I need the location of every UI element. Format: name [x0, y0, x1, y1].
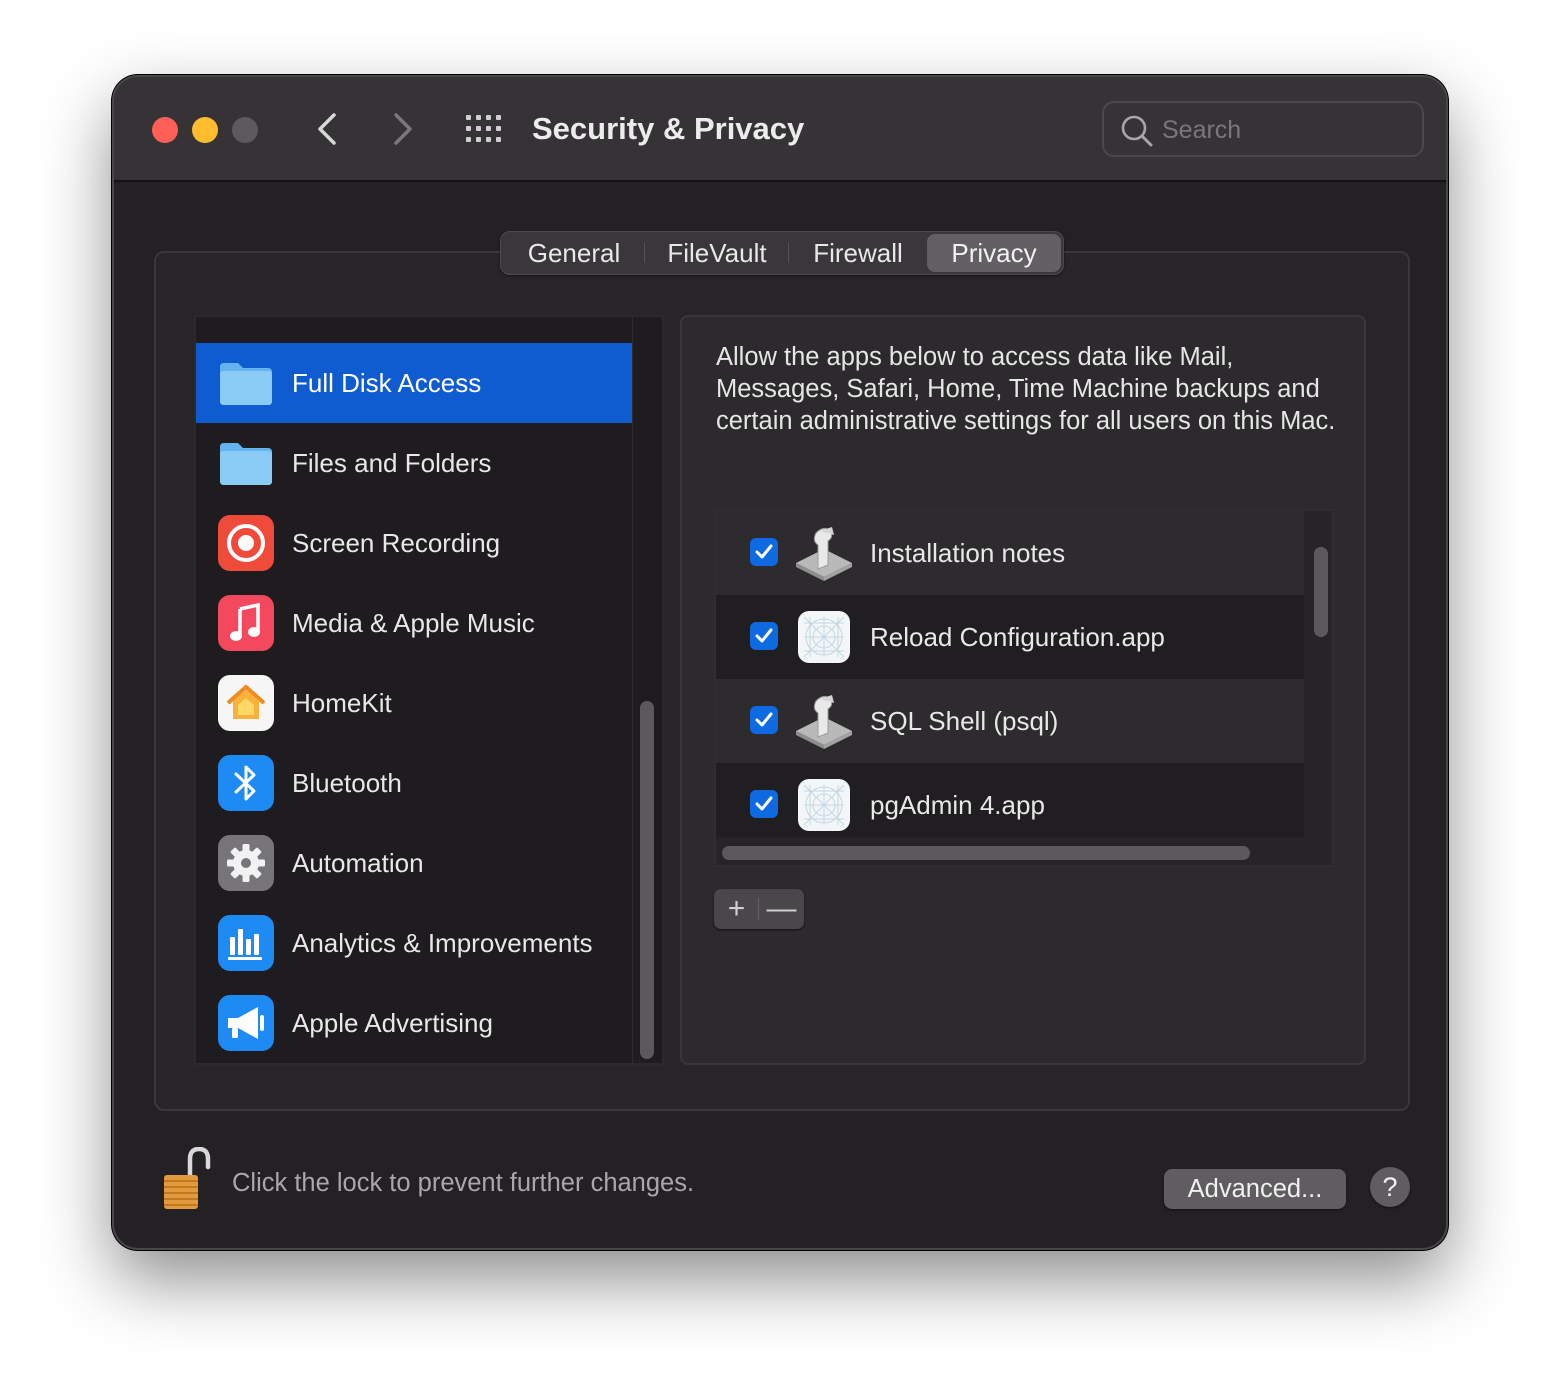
sidebar-item-label: Files and Folders	[292, 448, 492, 478]
app-name: pgAdmin 4.app	[870, 790, 1045, 820]
checkmark-icon	[755, 544, 773, 559]
sidebar-item-label: Bluetooth	[292, 768, 402, 798]
privacy-category-list[interactable]: Full Disk Access Files and Folders Scree…	[194, 315, 664, 1065]
tab-bar: General FileVault Firewall Privacy	[500, 231, 1064, 275]
show-all-grid-button[interactable]	[464, 113, 504, 145]
app-name: Installation notes	[870, 538, 1066, 568]
sidebar-item-bluetooth[interactable]: Bluetooth	[196, 743, 632, 823]
app-row-sql-shell[interactable]: SQL Shell (psql)	[716, 679, 1304, 763]
sidebar-item-analytics[interactable]: Analytics & Improvements	[196, 903, 632, 983]
forward-button[interactable]	[382, 107, 422, 151]
app-checkbox[interactable]	[750, 538, 778, 566]
checkmark-icon	[755, 712, 773, 727]
lock-button[interactable]	[162, 1146, 214, 1211]
megaphone-icon	[218, 995, 274, 1051]
tab-general[interactable]: General	[503, 234, 645, 272]
close-window-button[interactable]	[152, 117, 178, 143]
app-name: SQL Shell (psql)	[870, 706, 1059, 736]
screen-recording-icon	[218, 515, 274, 571]
advanced-button[interactable]: Advanced...	[1164, 1169, 1346, 1209]
sidebar-scrollbar-thumb[interactable]	[640, 701, 654, 1059]
privacy-detail-panel: Allow the apps below to access data like…	[680, 315, 1366, 1065]
app-list[interactable]: Installation notes Reload Configuration.…	[714, 509, 1334, 867]
remove-app-button[interactable]: —	[759, 889, 804, 929]
sidebar-item-apple-advertising[interactable]: Apple Advertising	[196, 983, 632, 1063]
app-checkbox[interactable]	[750, 706, 778, 734]
window-title: Security & Privacy	[532, 111, 805, 146]
app-checkbox[interactable]	[750, 790, 778, 818]
sidebar-item-label: HomeKit	[292, 688, 392, 718]
script-icon	[796, 695, 852, 749]
tab-filevault[interactable]: FileVault	[645, 234, 789, 272]
sidebar-item-media-apple-music[interactable]: Media & Apple Music	[196, 583, 632, 663]
minimize-window-button[interactable]	[192, 117, 218, 143]
app-checkbox[interactable]	[750, 622, 778, 650]
app-row-installation-notes[interactable]: Installation notes	[716, 511, 1304, 595]
help-button[interactable]: ?	[1370, 1167, 1410, 1207]
sidebar-item-automation[interactable]: Automation	[196, 823, 632, 903]
sidebar-item-full-disk-access[interactable]: Full Disk Access	[196, 343, 632, 423]
sidebar-item-files-and-folders[interactable]: Files and Folders	[196, 423, 632, 503]
lock-status-text: Click the lock to prevent further change…	[232, 1169, 695, 1197]
bar-chart-icon	[218, 915, 274, 971]
sidebar-item-screen-recording[interactable]: Screen Recording	[196, 503, 632, 583]
gear-icon	[218, 835, 274, 891]
checkmark-icon	[755, 628, 773, 643]
app-list-vertical-scrollbar-thumb[interactable]	[1314, 547, 1328, 637]
music-note-icon	[218, 595, 274, 651]
script-icon	[796, 527, 852, 581]
sidebar-item-label: Analytics & Improvements	[292, 928, 593, 958]
app-row-reload-configuration[interactable]: Reload Configuration.app	[716, 595, 1304, 679]
unlocked-padlock-icon	[164, 1146, 211, 1209]
app-placeholder-icon	[798, 779, 850, 831]
search-field[interactable]	[1102, 101, 1424, 157]
sidebar-item-label: Automation	[292, 848, 424, 878]
app-row-pgadmin[interactable]: pgAdmin 4.app	[716, 763, 1304, 847]
folder-icon	[220, 363, 272, 405]
sidebar-item-label: Screen Recording	[292, 528, 501, 558]
checkmark-icon	[755, 796, 773, 811]
preferences-window: Security & Privacy General FileVault Fir…	[112, 75, 1448, 1250]
sidebar-item-homekit[interactable]: HomeKit	[196, 663, 632, 743]
add-app-button[interactable]: +	[714, 889, 759, 929]
app-name: Reload Configuration.app	[870, 622, 1165, 652]
search-icon	[1121, 115, 1153, 147]
sidebar-item-label: Apple Advertising	[292, 1008, 493, 1038]
folder-icon	[220, 443, 272, 485]
grid-icon	[466, 115, 501, 142]
app-list-horizontal-scrollbar-thumb[interactable]	[722, 846, 1250, 860]
chevron-left-icon	[318, 113, 336, 145]
sidebar-item-label: Full Disk Access	[292, 368, 482, 398]
back-button[interactable]	[308, 107, 348, 151]
title-bar: Security & Privacy	[114, 77, 1446, 182]
add-remove-control: + —	[714, 889, 804, 929]
sidebar-item-label: Media & Apple Music	[292, 608, 535, 638]
privacy-description: Allow the apps below to access data like…	[716, 343, 1336, 435]
search-input[interactable]	[1162, 113, 1412, 147]
tab-privacy[interactable]: Privacy	[927, 234, 1061, 272]
app-placeholder-icon	[798, 611, 850, 663]
bluetooth-icon	[218, 755, 274, 811]
home-icon	[218, 675, 274, 731]
tab-firewall[interactable]: Firewall	[789, 234, 927, 272]
chevron-right-icon	[394, 113, 412, 145]
zoom-window-button[interactable]	[232, 117, 258, 143]
